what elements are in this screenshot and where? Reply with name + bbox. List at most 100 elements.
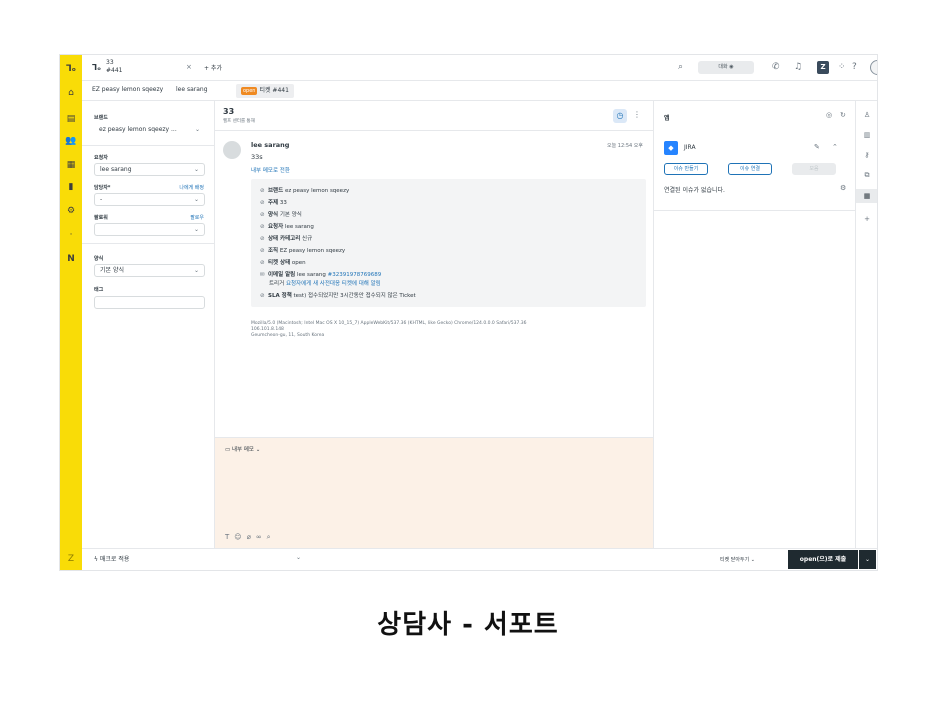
event-value: lee sarang bbox=[296, 272, 328, 278]
breadcrumb-ticket-label: 티켓 #441 bbox=[259, 87, 289, 94]
event-requester: ⊘ 요청자 lee sarang bbox=[260, 222, 314, 230]
followers-select[interactable]: ⌄ bbox=[94, 223, 205, 236]
key-icon[interactable]: ⚷ bbox=[856, 151, 877, 159]
close-tab-select[interactable]: 티켓 닫아두기 ⌄ bbox=[720, 556, 755, 563]
divider bbox=[82, 243, 215, 244]
chevron-down-icon: ⌄ bbox=[193, 226, 199, 233]
event-ticket-status: ⊘ 티켓 상태 open bbox=[260, 258, 306, 266]
submit-button[interactable]: open(으)로 제출 bbox=[788, 550, 858, 569]
ticket-tab[interactable]: 33 #441 bbox=[106, 59, 122, 75]
chevron-down-icon: ⌄ bbox=[193, 166, 199, 173]
composer-mode-select[interactable]: ▭ 내부 메모 ⌄ bbox=[225, 445, 260, 453]
text-format-icon[interactable]: T bbox=[225, 533, 234, 541]
jira-app-name: JIRA bbox=[684, 144, 696, 151]
assignee-label: 담당자* bbox=[94, 185, 111, 191]
product-badge[interactable]: Z bbox=[817, 61, 829, 74]
history-icon[interactable]: ◷ bbox=[613, 109, 627, 123]
phone-icon[interactable]: ✆ bbox=[772, 61, 780, 73]
event-value: lee sarang bbox=[284, 224, 314, 230]
note-icon: ▭ bbox=[225, 447, 231, 453]
refresh-icon[interactable]: ↻ bbox=[840, 111, 846, 119]
knowledge-search-icon[interactable]: ⌕ bbox=[267, 533, 276, 541]
composer-toolbar: T☺⌀∞⌕ bbox=[225, 533, 276, 542]
no-issues-text: 연결된 이슈가 없습니다. bbox=[664, 187, 725, 194]
follow-link[interactable]: 팔로우 bbox=[190, 214, 204, 221]
page-caption: 상담사 - 서포트 bbox=[377, 610, 559, 640]
event-key: 요청자 bbox=[268, 224, 284, 230]
search-icon[interactable]: ⌕ bbox=[678, 61, 683, 73]
event-key: 양식 bbox=[268, 212, 279, 218]
link-issue-button[interactable]: 이슈 연결 bbox=[728, 163, 772, 175]
emoji-icon[interactable]: ☺ bbox=[234, 533, 246, 541]
trigger-link[interactable]: 요청자에게 새 사전대응 티켓에 대해 알림 bbox=[286, 281, 381, 287]
apply-macro-select[interactable]: ϟ 매크로 적용 bbox=[94, 554, 129, 563]
brand-label: 브랜드 bbox=[94, 115, 108, 121]
user-avatar[interactable] bbox=[870, 60, 877, 75]
tab-subtitle: #441 bbox=[106, 67, 123, 74]
submit-options-chevron-icon[interactable]: ⌄ bbox=[859, 550, 876, 569]
more-options-icon[interactable]: ⋮ bbox=[633, 110, 641, 119]
customers-icon[interactable]: 👥 bbox=[60, 135, 82, 147]
event-trigger: 트리거 요청자에게 새 사전대응 티켓에 대해 알림 bbox=[269, 279, 381, 287]
breadcrumb-user[interactable]: lee sarang bbox=[176, 86, 208, 93]
copy-icon[interactable]: ⧉ bbox=[856, 171, 877, 180]
assignee-value: - bbox=[100, 196, 103, 203]
add-tab-button[interactable]: + 추가 bbox=[204, 63, 222, 72]
views-icon[interactable]: ▤ bbox=[60, 113, 82, 125]
app-icon[interactable]: · bbox=[60, 229, 82, 241]
ticket-subject: 33 bbox=[223, 107, 235, 116]
chevron-down-icon: ⌄ bbox=[194, 126, 200, 133]
event-key: 조직 bbox=[268, 248, 279, 254]
divider bbox=[82, 145, 215, 146]
apps-icon[interactable]: ▦ bbox=[856, 189, 877, 203]
link-icon[interactable]: ∞ bbox=[256, 533, 267, 541]
settings-icon[interactable]: ⚙ bbox=[840, 184, 846, 192]
chevron-down-icon[interactable]: ⌄ bbox=[296, 554, 301, 561]
disabled-button[interactable]: 모음 bbox=[792, 163, 836, 175]
trigger-prefix: 트리거 bbox=[269, 281, 286, 287]
zendesk-products-icon[interactable]: Z bbox=[60, 553, 82, 565]
reply-composer[interactable]: ▭ 내부 메모 ⌄ T☺⌀∞⌕ bbox=[215, 437, 653, 548]
create-issue-button[interactable]: 이슈 만들기 bbox=[664, 163, 708, 175]
email-id-link[interactable]: #32391978769689 bbox=[328, 272, 382, 278]
organizations-icon[interactable]: ▦ bbox=[60, 159, 82, 171]
breadcrumb-ticket[interactable]: open 티켓 #441 bbox=[236, 84, 294, 98]
chevron-up-icon[interactable]: ⌃ bbox=[832, 143, 838, 151]
attachment-icon[interactable]: ⌀ bbox=[247, 533, 256, 541]
product-tray-icon[interactable]: ⁘ bbox=[838, 61, 846, 73]
chat-status-toggle[interactable]: 대화 ◉ bbox=[698, 61, 754, 74]
event-value: EZ peasy lemon sqeezy bbox=[279, 248, 346, 254]
pin-icon[interactable]: ✎ bbox=[814, 143, 820, 151]
convert-internal-note-link[interactable]: 내부 메모로 전환 bbox=[251, 166, 290, 174]
home-icon[interactable]: ⌂ bbox=[60, 87, 82, 99]
requester-select[interactable]: lee sarang ⌄ bbox=[94, 163, 205, 176]
apps-title: 앱 bbox=[664, 115, 670, 122]
location: Geumcheon-gu, 11, South Korea bbox=[251, 333, 325, 338]
avatar bbox=[223, 141, 241, 159]
user-profile-icon[interactable]: ♙ bbox=[856, 111, 877, 119]
message-author[interactable]: lee sarang bbox=[251, 141, 289, 149]
help-icon[interactable]: ? bbox=[852, 61, 857, 73]
admin-gear-icon[interactable]: ⚙ bbox=[60, 205, 82, 217]
divider bbox=[654, 210, 856, 211]
macro-icon: ϟ bbox=[94, 556, 98, 563]
knowledge-icon[interactable]: ▥ bbox=[856, 131, 877, 139]
event-form: ⊘ 양식 기본 양식 bbox=[260, 210, 302, 218]
eye-icon[interactable]: ◎ bbox=[826, 111, 832, 119]
add-icon[interactable]: + bbox=[856, 215, 877, 223]
zendesk-logo-icon[interactable]: Ꞁₒ bbox=[60, 63, 82, 75]
breadcrumb-org[interactable]: EZ peasy lemon sqeezy bbox=[92, 86, 163, 93]
notification-bell-icon[interactable]: ♫ bbox=[794, 61, 802, 73]
assignee-select[interactable]: - ⌄ bbox=[94, 193, 205, 206]
notion-app-icon[interactable]: N bbox=[60, 253, 82, 265]
reporting-icon[interactable]: ▮ bbox=[60, 181, 82, 193]
assign-to-me-link[interactable]: 나에게 배정 bbox=[179, 184, 204, 191]
brand-value: ez peasy lemon sqeezy ... bbox=[99, 126, 177, 133]
conversation-header: 33 헬프 센터를 통해 ◷ ⋮ bbox=[215, 101, 653, 131]
event-value: ez peasy lemon sqeezy bbox=[284, 188, 350, 194]
brand-select[interactable]: ez peasy lemon sqeezy ... ⌄ bbox=[94, 124, 205, 137]
tags-input[interactable] bbox=[94, 296, 205, 309]
event-status-category: ⊘ 상태 카테고리 신규 bbox=[260, 234, 312, 242]
form-select[interactable]: 기본 양식 ⌄ bbox=[94, 264, 205, 277]
close-tab-icon[interactable]: × bbox=[186, 63, 192, 71]
